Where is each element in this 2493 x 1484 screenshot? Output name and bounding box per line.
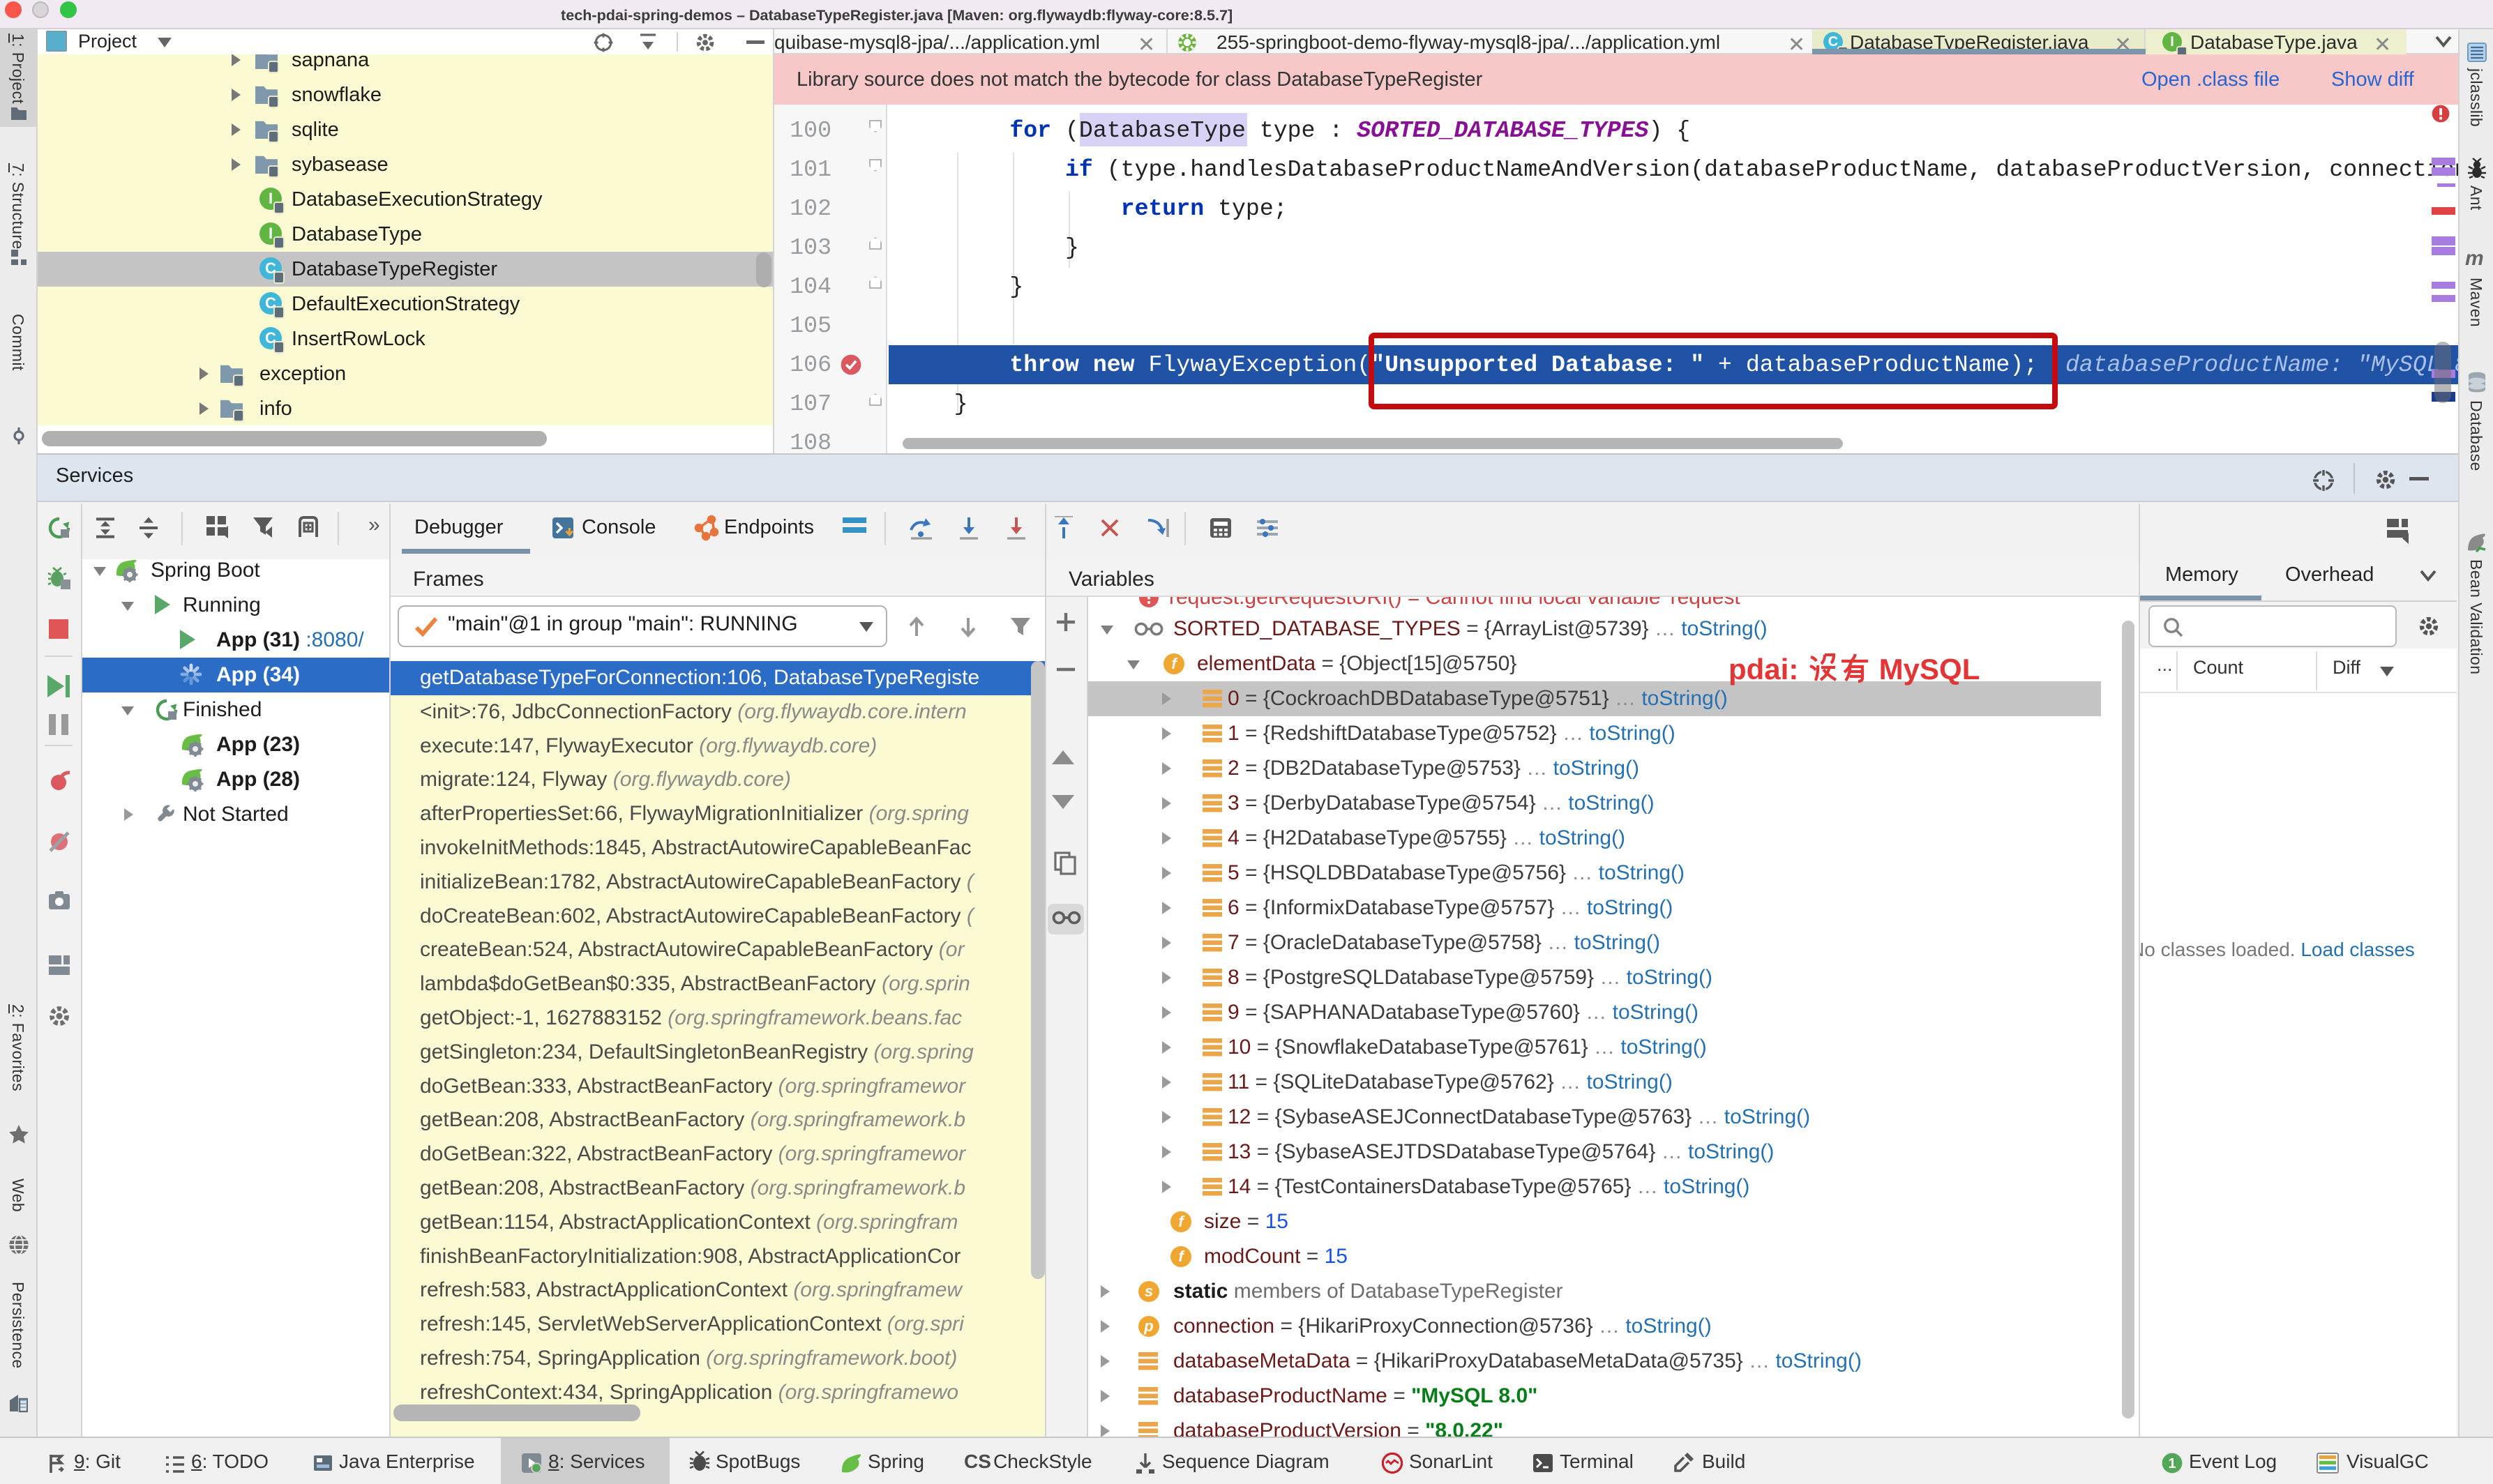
svg-text:1: 1 (2168, 1456, 2176, 1471)
